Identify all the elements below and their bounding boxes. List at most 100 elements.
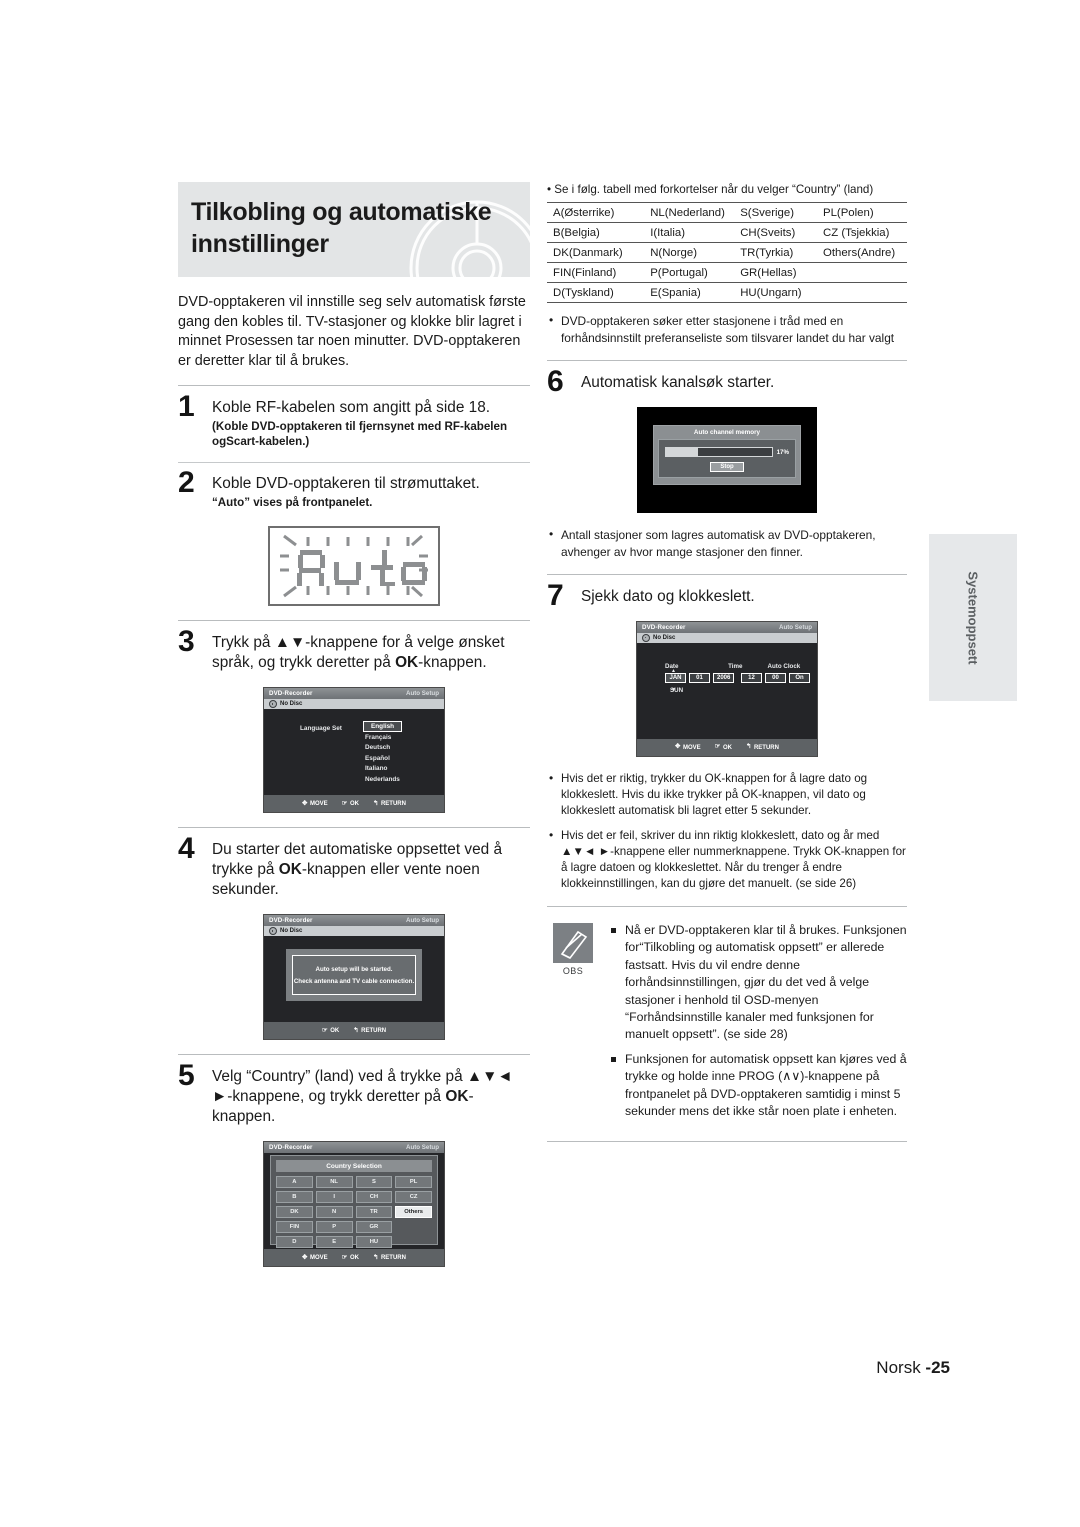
osd-hint-move: ✥ MOVE [302,1253,328,1262]
divider [178,462,530,464]
stop-button[interactable]: Stop [710,462,744,472]
osd-titlebar: DVD-Recorder Auto Setup [264,688,444,700]
bullet-list-after-table: DVD-opptakeren søker etter stasjonene i … [547,312,907,346]
front-panel-lcd [268,526,440,607]
country-cell-cz[interactable]: CZ [395,1191,432,1204]
osd-hint-return-label: RETURN [753,744,779,751]
table-cell: I(Italia) [644,222,735,243]
country-cell-hu[interactable]: HU [355,1236,393,1249]
clock-settings-area: Date Time Auto Clock ▲ JAN 01 2006 12 00… [665,663,810,694]
step-5-title: Velg “Country” (land) ved å trykke på ▲▼… [212,1067,530,1127]
country-cell-n[interactable]: N [315,1206,353,1219]
auto-channel-memory-body: 17% Stop [658,439,796,478]
return-icon: ↰ [353,1026,359,1034]
clock-field-minute[interactable]: 00 [765,672,786,683]
table-cell: TR(Tyrkia) [734,242,817,263]
clock-field-year[interactable]: 2006 [713,672,734,683]
progress-bar-fill [666,448,698,456]
country-cell-fin[interactable]: FIN [276,1221,313,1234]
step-2-title: Koble DVD-opptakeren til strømuttaket. [212,475,480,493]
table-cell: CH(Sveits) [734,222,817,243]
language-option-italiano[interactable]: Italiano [363,764,402,773]
country-cell-a[interactable]: A [276,1176,313,1189]
table-cell: E(Spania) [644,282,735,303]
bullet-item: DVD-opptakeren søker etter stasjonene i … [547,312,907,346]
notice-screen-wrap: DVD-Recorder Auto Setup No Disc Auto set… [178,914,530,1041]
page-title: Tilkobling og automatiske innstillinger [191,198,492,258]
abbr-table-caption: • Se i følg. tabell med forkortelser når… [547,183,874,196]
osd-hint-ok: ☞ OK [322,1027,339,1035]
left-column: Tilkobling og automatiske innstillinger … [178,182,530,1268]
table-cell [816,282,907,303]
footer-page-number: -25 [925,1358,950,1377]
progress-bar [665,447,773,457]
divider [178,1054,530,1056]
country-cell-e[interactable]: E [315,1236,353,1249]
osd-brand: DVD-Recorder [269,1144,313,1152]
country-cell-p[interactable]: P [315,1221,353,1234]
osd-body: Country Selection A NL S PL B I CH CZ DK… [264,1153,444,1250]
table-cell [816,262,907,283]
ok-icon: ☞ [341,1253,348,1261]
table-cell: Others(Andre) [816,242,907,263]
country-cell-nl[interactable]: NL [315,1176,353,1189]
step-7-title: Sjekk dato og klokkeslett. [581,588,755,605]
country-cell-dk[interactable]: DK [276,1206,313,1219]
auto-channel-memory-title: Auto channel memory [693,429,761,436]
country-cell-pl[interactable]: PL [395,1176,432,1189]
table-cell: DK(Danmark) [547,242,645,263]
osd-mode: Auto Setup [406,690,439,698]
divider [547,906,907,907]
osd-hint-ok-label: OK [723,744,732,751]
step-5-number: 5 [178,1059,195,1093]
step-7: 7 Sjekk dato og klokkeslett. [547,581,907,611]
country-cell-others[interactable]: Others [395,1206,432,1219]
pencil-icon [560,930,588,960]
language-option-nederlands[interactable]: Nederlands [363,775,402,784]
osd-country-screen: DVD-Recorder Auto Setup Country Selectio… [263,1141,445,1268]
osd-hint-ok: ☞ OK [341,1253,359,1262]
intro-paragraph: DVD-opptakeren vil innstille seg selv au… [178,294,526,369]
osd-hint-move-label: MOVE [310,800,328,807]
osd-disc-status: No Disc [653,635,676,641]
osd-mode: Auto Setup [406,1144,439,1152]
osd-hint-return: ↰ RETURN [746,744,779,751]
clock-field-autoclock[interactable]: On [789,672,810,683]
osd-titlebar: DVD-Recorder Auto Setup [637,622,817,633]
country-selection-heading: Country Selection [276,1160,432,1173]
chapter-header: Tilkobling og automatiske innstillinger [178,182,530,277]
notice-line-2: Check antenna and TV cable connection. [293,977,415,985]
osd-hint-move-label: MOVE [683,744,701,751]
pencil-note-icon [553,923,593,963]
progress-percent-label: 17% [776,448,789,456]
table-row: FIN(Finland) P(Portugal) GR(Hellas) [547,262,907,283]
language-option-francais[interactable]: Français [363,733,402,742]
clock-field-hour[interactable]: 12 [741,672,762,683]
osd-body: Auto setup will be started. Check antenn… [264,936,444,1023]
move-icon: ✥ [302,1253,308,1261]
language-option-espanol[interactable]: Español [363,754,402,763]
country-cell-ch[interactable]: CH [355,1191,393,1204]
notice-line-1: Auto setup will be started. [315,965,393,973]
arrow-up-icon: ▲ [671,667,676,674]
country-cell-tr[interactable]: TR [355,1206,393,1219]
clock-field-day[interactable]: 01 [689,672,710,683]
clock-field-month[interactable]: JAN [665,672,686,683]
country-cell-s[interactable]: S [355,1176,393,1189]
osd-hint-move-label: MOVE [310,1254,328,1261]
country-cell-b[interactable]: B [276,1191,313,1204]
progress-row: 17% [665,447,789,457]
country-cell-d[interactable]: D [276,1236,313,1249]
osd-statusbar: No Disc [637,633,817,643]
country-cell-i[interactable]: I [315,1191,353,1204]
step-6-number: 6 [547,365,564,398]
table-cell: CZ (Tsjekkia) [816,222,907,243]
osd-statusbar: No Disc [264,699,444,710]
disc-icon [269,700,277,709]
country-cell-gr[interactable]: GR [355,1221,393,1234]
front-panel-display-wrap [178,526,530,607]
language-option-deutsch[interactable]: Deutsch [363,743,402,752]
language-option-english[interactable]: English [363,721,403,732]
clock-weekday-label: SUN [670,686,684,694]
note-items: Nå er DVD-opptakeren klar til å brukes. … [609,922,907,1127]
